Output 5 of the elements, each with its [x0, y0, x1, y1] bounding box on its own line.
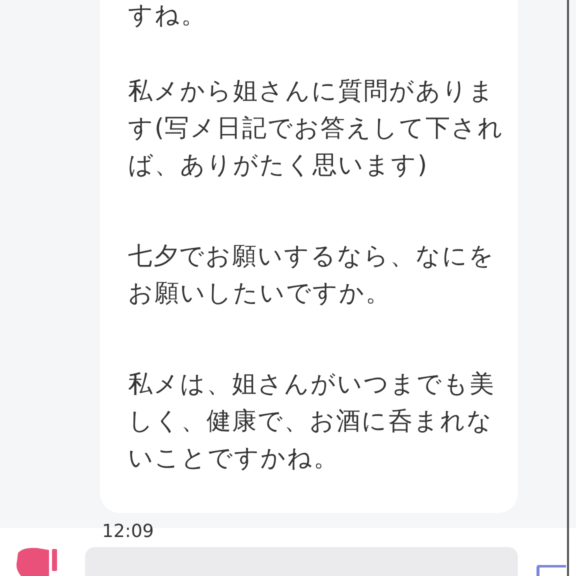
message-text: すね。: [128, 0, 208, 30]
message-text: 私メは、姐さんがいつまでも美 しく、健康で、お酒に呑まれな いことですかね。: [128, 368, 496, 474]
message-time: 12:09: [102, 521, 154, 543]
message-text: 七夕でお願いするなら、なにを お願いしたいですか。: [128, 240, 496, 309]
sticker-icon[interactable]: [15, 547, 59, 576]
